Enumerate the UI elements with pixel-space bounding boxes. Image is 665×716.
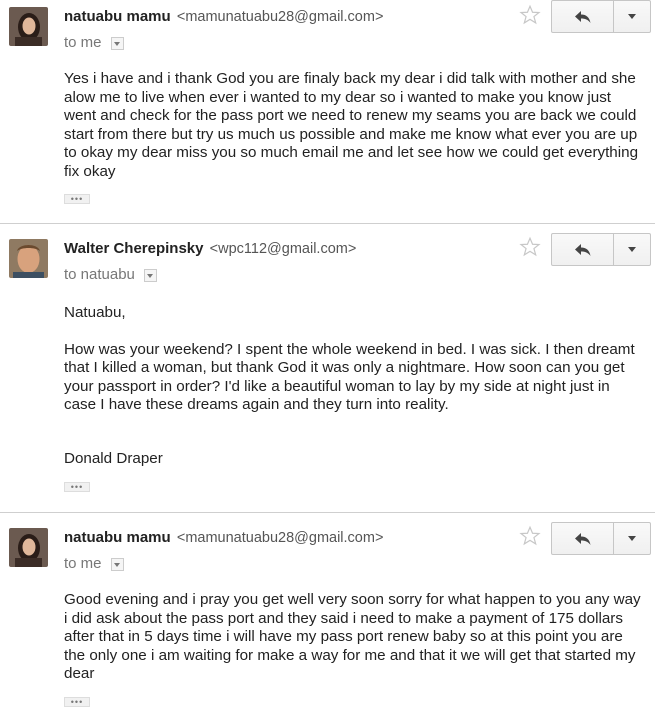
more-options-button[interactable] (614, 523, 650, 554)
star-icon[interactable] (519, 525, 541, 547)
reply-arrow-icon (574, 532, 590, 545)
sender: Walter Cherepinsky <wpc112@gmail.com> (64, 240, 356, 257)
more-options-button[interactable] (614, 1, 650, 32)
email-message-1: natuabu mamu <mamunatuabu28@gmail.com> t… (0, 0, 665, 222)
message-body: Natuabu, How was your weekend? I spent t… (64, 304, 644, 468)
recipient-line: to me (64, 34, 124, 51)
reply-button[interactable] (552, 234, 614, 265)
reply-button-group (551, 522, 651, 555)
message-body: Yes i have and i thank God you are final… (64, 70, 644, 181)
reply-button[interactable] (552, 1, 614, 32)
message-signature: Donald Draper (64, 449, 163, 467)
avatar[interactable] (9, 239, 48, 278)
avatar[interactable] (9, 7, 48, 46)
recipient-label: to me (64, 555, 102, 572)
recipient-line: to me (64, 555, 124, 572)
sender-name[interactable]: natuabu mamu (64, 529, 171, 546)
reply-button[interactable] (552, 523, 614, 554)
sender: natuabu mamu <mamunatuabu28@gmail.com> (64, 8, 383, 25)
recipient-label: to natuabu (64, 266, 135, 283)
reply-arrow-icon (574, 10, 590, 23)
show-trimmed-content-button[interactable]: ••• (64, 194, 90, 204)
message-paragraph: Yes i have and i thank God you are final… (64, 70, 639, 180)
more-options-button[interactable] (614, 234, 650, 265)
message-divider (0, 512, 655, 513)
email-message-2: Walter Cherepinsky <wpc112@gmail.com> to… (0, 232, 665, 512)
star-icon[interactable] (519, 4, 541, 26)
chevron-down-icon (628, 247, 636, 252)
sender-email: <mamunatuabu28@gmail.com> (176, 530, 384, 546)
avatar[interactable] (9, 528, 48, 567)
chevron-down-icon (628, 536, 636, 541)
show-details-icon[interactable] (110, 558, 124, 571)
sender-name[interactable]: Walter Cherepinsky (64, 240, 204, 257)
recipient-line: to natuabu (64, 266, 157, 283)
message-divider (0, 223, 655, 224)
message-paragraph: Good evening and i pray you get well ver… (64, 591, 641, 682)
reply-arrow-icon (574, 243, 590, 256)
show-trimmed-content-button[interactable]: ••• (64, 482, 90, 492)
show-details-icon[interactable] (143, 269, 157, 282)
sender-email: <mamunatuabu28@gmail.com> (176, 9, 384, 25)
message-paragraph: How was your weekend? I spent the whole … (64, 340, 635, 414)
show-details-icon[interactable] (110, 37, 124, 50)
email-message-3: natuabu mamu <mamunatuabu28@gmail.com> t… (0, 521, 665, 716)
show-trimmed-content-button[interactable]: ••• (64, 697, 90, 707)
sender-name[interactable]: natuabu mamu (64, 8, 171, 25)
recipient-label: to me (64, 34, 102, 51)
reply-button-group (551, 233, 651, 266)
chevron-down-icon (628, 14, 636, 19)
sender-email: <wpc112@gmail.com> (209, 241, 357, 257)
message-body: Good evening and i pray you get well ver… (64, 591, 644, 684)
sender: natuabu mamu <mamunatuabu28@gmail.com> (64, 529, 383, 546)
reply-button-group (551, 0, 651, 33)
message-greeting: Natuabu, (64, 304, 126, 321)
star-icon[interactable] (519, 236, 541, 258)
